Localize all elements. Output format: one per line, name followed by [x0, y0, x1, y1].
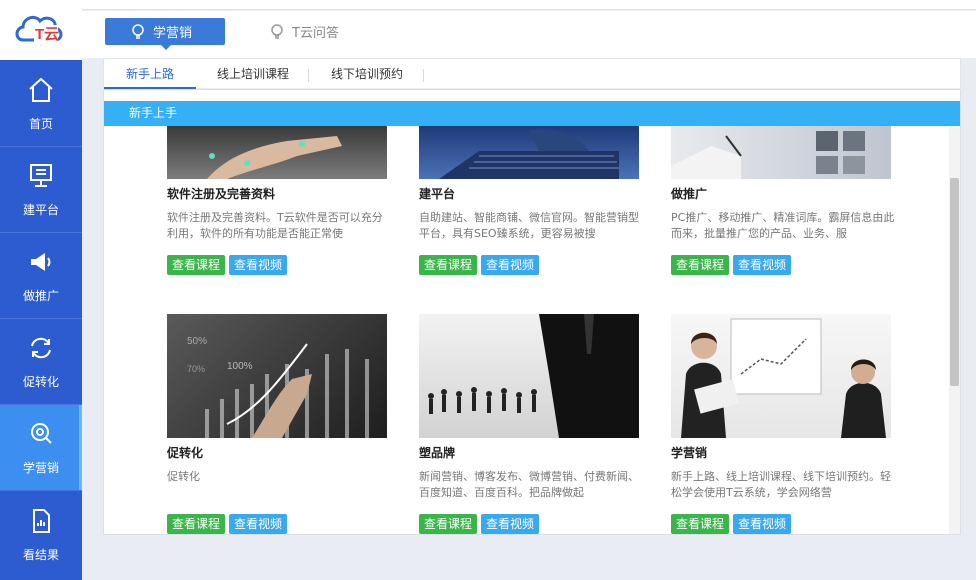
sidebar-item-label: 建平台 — [22, 203, 59, 217]
card-image — [419, 314, 639, 438]
sidebar-item-promotion[interactable]: 做推广 — [0, 233, 82, 319]
course-card: 做推广 PC推广、移动推广、精准词库。霸屏信息由此而来，批量推广您的产品、业务、… — [671, 126, 895, 275]
card-description: 促转化 — [167, 470, 200, 483]
card-title: 做推广 — [671, 187, 708, 201]
view-course-button[interactable]: 查看课程 — [167, 255, 226, 275]
card-image — [671, 314, 891, 438]
sidebar-item-label: 首页 — [28, 116, 53, 131]
view-video-button[interactable]: 查看视频 — [229, 514, 288, 534]
monitor-icon — [26, 161, 56, 191]
view-course-button[interactable]: 查看课程 — [167, 514, 226, 534]
sidebar-item-learn-marketing[interactable]: 学营销 — [0, 405, 82, 491]
tab-tcloud-qa[interactable]: T云问答 — [244, 18, 355, 45]
home-icon — [26, 75, 56, 105]
view-video-button[interactable]: 查看视频 — [481, 514, 540, 534]
svg-text:70%: 70% — [187, 364, 205, 374]
sidebar-item-label: 促转化 — [22, 375, 59, 389]
view-course-button[interactable]: 查看课程 — [671, 255, 730, 275]
refresh-icon — [26, 333, 56, 363]
view-video-button[interactable]: 查看视频 — [733, 514, 792, 534]
sidebar-item-label: 看结果 — [22, 547, 59, 562]
card-actions: 查看课程 查看视频 — [671, 255, 792, 275]
sidebar: T云 首页 建平台 做推广 促转化 学营销 看结果 — [0, 0, 82, 580]
card-actions: 查看课程 查看视频 — [671, 514, 792, 534]
card-image: 50% 100% 70% — [167, 314, 387, 438]
svg-text:T云: T云 — [35, 26, 59, 43]
cloud-logo-icon: T云 — [15, 15, 63, 43]
search-learn-icon — [26, 419, 56, 449]
card-actions: 查看课程 查看视频 — [167, 255, 288, 275]
content-panel: 软件注册及完善资料 软件注册及完善资料。T云软件是否可以充分利用，软件的所有功能… — [103, 89, 961, 535]
sidebar-item-build-platform[interactable]: 建平台 — [0, 147, 82, 233]
view-course-button[interactable]: 查看课程 — [419, 255, 478, 275]
view-course-button[interactable]: 查看课程 — [419, 514, 478, 534]
svg-text:50%: 50% — [187, 336, 207, 347]
tab-label: T云问答 — [292, 26, 339, 41]
sidebar-item-home[interactable]: 首页 — [0, 60, 82, 147]
card-description: 自助建站、智能商铺、微信官网。智能营销型平台，具有SEO臻系统，更容易被搜 — [419, 211, 639, 240]
card-description: 软件注册及完善资料。T云软件是否可以充分利用，软件的所有功能是否能正常使 — [167, 211, 383, 240]
card-description: 新闻营销、博客发布、微博营销、付费新闻、百度知道、百度百科。把品牌做起 — [419, 470, 639, 499]
course-card: 软件注册及完善资料 软件注册及完善资料。T云软件是否可以充分利用，软件的所有功能… — [167, 126, 391, 275]
sidebar-item-results[interactable]: 看结果 — [0, 491, 82, 577]
view-video-button[interactable]: 查看视频 — [733, 255, 792, 275]
card-actions: 查看课程 查看视频 — [419, 514, 540, 534]
sub-navigation: 新手上路 线上培训课程 线下培训预约 — [103, 58, 961, 89]
view-video-button[interactable]: 查看视频 — [481, 255, 540, 275]
card-title: 塑品牌 — [419, 446, 456, 460]
subtab-divider — [423, 69, 424, 82]
card-actions: 查看课程 查看视频 — [167, 514, 288, 534]
card-image — [671, 126, 891, 179]
megaphone-icon — [26, 247, 56, 277]
sidebar-item-conversion[interactable]: 促转化 — [0, 319, 82, 405]
card-image — [419, 126, 639, 179]
card-title: 学营销 — [671, 446, 708, 460]
card-description: 新手上路、线上培训课程、线下培训预约。轻松学会使用T云系统，学会网络营 — [671, 470, 891, 499]
vertical-scrollbar[interactable] — [949, 126, 960, 534]
tab-learn-marketing[interactable]: 学营销 — [105, 18, 225, 50]
document-icon — [26, 506, 56, 536]
card-title: 建平台 — [419, 187, 456, 201]
tab-label: 学营销 — [153, 26, 193, 41]
sidebar-item-label: 做推广 — [22, 289, 59, 303]
section-heading: 新手上手 — [104, 101, 960, 126]
card-title: 促转化 — [167, 446, 204, 460]
scrollbar-thumb[interactable] — [950, 178, 959, 386]
subtab-beginner[interactable]: 新手上路 — [104, 65, 197, 89]
card-image — [167, 126, 387, 179]
app-logo: T云 — [0, 0, 82, 60]
card-title: 软件注册及完善资料 — [167, 187, 276, 201]
subtab-offline-training[interactable]: 线下培训预约 — [331, 65, 403, 89]
svg-text:100%: 100% — [227, 361, 253, 372]
lightbulb-icon — [271, 23, 283, 39]
course-card: 塑品牌 新闻营销、博客发布、微博营销、付费新闻、百度知道、百度百科。把品牌做起 … — [419, 314, 643, 534]
header: 学营销 T云问答 — [82, 11, 976, 58]
card-description: PC推广、移动推广、精准词库。霸屏信息由此而来，批量推广您的产品、业务、服 — [671, 211, 895, 240]
view-video-button[interactable]: 查看视频 — [229, 255, 288, 275]
course-card: 建平台 自助建站、智能商铺、微信官网。智能营销型平台，具有SEO臻系统，更容易被… — [419, 126, 643, 275]
course-card: 50% 100% 70% 促转化 促转化 查看课程 查看视频 — [167, 314, 391, 534]
top-toolbar-strip — [82, 0, 976, 10]
sidebar-item-label: 学营销 — [22, 461, 59, 475]
view-course-button[interactable]: 查看课程 — [671, 514, 730, 534]
lightbulb-icon — [132, 23, 144, 39]
card-actions: 查看课程 查看视频 — [419, 255, 540, 275]
subtab-online-training[interactable]: 线上培训课程 — [217, 65, 289, 89]
subtab-divider — [308, 69, 309, 82]
course-card: 学营销 新手上路、线上培训课程、线下培训预约。轻松学会使用T云系统，学会网络营 … — [671, 314, 895, 534]
